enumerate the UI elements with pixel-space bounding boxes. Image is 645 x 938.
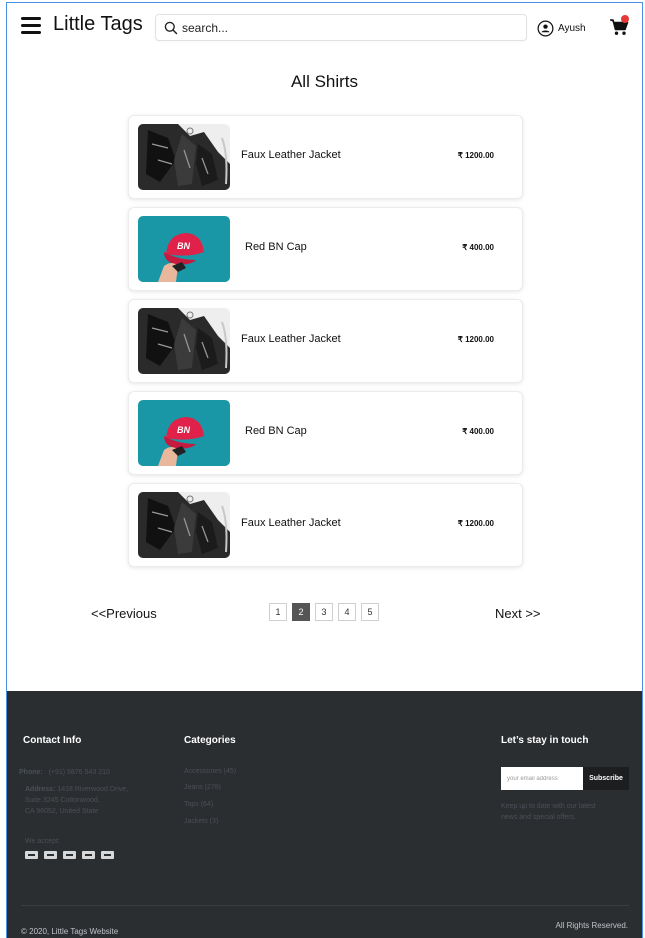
phone-label: Phone: xyxy=(19,769,43,776)
category-link-accessories[interactable]: Accessories (45) xyxy=(184,768,236,775)
product-image-leather-jacket xyxy=(138,308,230,374)
app-frame: Little Tags Ayush All Shirts xyxy=(6,2,643,938)
product-name: Faux Leather Jacket xyxy=(241,517,341,529)
product-card[interactable]: BN Red BN Cap ₹ 400.00 xyxy=(128,391,523,475)
address-label: Address: xyxy=(25,786,56,793)
product-image-red-cap: BN xyxy=(138,400,230,466)
previous-page-link[interactable]: <<Previous xyxy=(91,606,157,621)
page-title: All Shirts xyxy=(290,72,359,91)
search-bar xyxy=(155,14,527,41)
contact-phone: Phone: (+91) 9876 543 210 xyxy=(19,767,110,778)
product-price: ₹ 1200.00 xyxy=(457,519,494,528)
newsletter-email-input[interactable] xyxy=(501,767,583,790)
product-name: Faux Leather Jacket xyxy=(241,149,341,161)
product-image-red-cap: BN xyxy=(138,216,230,282)
mastercard-icon xyxy=(25,851,38,859)
subscribe-button[interactable]: Subscribe xyxy=(583,767,629,790)
product-price: ₹ 400.00 xyxy=(462,427,494,436)
rights-text: All Rights Reserved. xyxy=(555,921,628,930)
address-line-1: 1418 Riverwood Drive, xyxy=(57,786,129,793)
phone-value: (+91) 9876 543 210 xyxy=(48,769,110,776)
newsletter-blurb-line-1: Keep up to date with our latest xyxy=(501,803,596,810)
page-2-button[interactable]: 2 xyxy=(292,603,310,621)
account-button[interactable]: Ayush xyxy=(537,19,586,37)
search-input[interactable] xyxy=(182,18,512,38)
product-card[interactable]: Faux Leather Jacket ₹ 1200.00 xyxy=(128,483,523,567)
next-page-link[interactable]: Next >> xyxy=(495,606,541,621)
svg-text:BN: BN xyxy=(177,425,190,435)
amex-icon xyxy=(44,851,57,859)
product-name: Red BN Cap xyxy=(245,425,307,437)
product-name: Faux Leather Jacket xyxy=(241,333,341,345)
user-account-icon xyxy=(537,20,554,36)
contact-info-heading: Contact Info xyxy=(23,735,82,746)
category-link-jackets[interactable]: Jackets (3) xyxy=(184,818,218,825)
brand-logo[interactable]: Little Tags xyxy=(53,13,143,36)
svg-text:BN: BN xyxy=(177,241,190,251)
newsletter-blurb-line-2: news and special offers. xyxy=(501,814,576,821)
pagination: 1 2 3 4 5 xyxy=(269,603,384,621)
hamburger-menu-icon[interactable] xyxy=(21,17,41,35)
search-icon xyxy=(164,21,178,35)
newsletter-blurb: Keep up to date with our latest news and… xyxy=(501,801,596,823)
product-name: Red BN Cap xyxy=(245,241,307,253)
page-1-button[interactable]: 1 xyxy=(269,603,287,621)
cart-badge xyxy=(621,15,629,23)
page-5-button[interactable]: 5 xyxy=(361,603,379,621)
product-image-leather-jacket xyxy=(138,124,230,190)
address-line-3: CA 96052, United State xyxy=(25,808,99,815)
payment-methods xyxy=(25,851,120,859)
footer-divider xyxy=(21,905,629,906)
product-image-leather-jacket xyxy=(138,492,230,558)
product-price: ₹ 1200.00 xyxy=(457,151,494,160)
page-4-button[interactable]: 4 xyxy=(338,603,356,621)
newsletter-heading: Let’s stay in touch xyxy=(501,735,589,746)
copyright-text: © 2020, Little Tags Website xyxy=(21,927,119,936)
we-accept-label: We accept: xyxy=(25,838,60,845)
contact-address: Address: 1418 Riverwood Drive, Suite 324… xyxy=(25,784,128,817)
category-link-jeans[interactable]: Jeans (278) xyxy=(184,784,221,791)
header: Little Tags Ayush xyxy=(7,3,642,51)
product-price: ₹ 1200.00 xyxy=(457,335,494,344)
bitcoin-icon xyxy=(101,851,114,859)
product-price: ₹ 400.00 xyxy=(462,243,494,252)
user-name: Ayush xyxy=(558,22,586,34)
footer: Contact Info Phone: (+91) 9876 543 210 A… xyxy=(7,691,642,938)
page-3-button[interactable]: 3 xyxy=(315,603,333,621)
address-line-2: Suite 3245 Cottonwood, xyxy=(25,797,100,804)
categories-heading: Categories xyxy=(184,735,236,746)
category-link-tops[interactable]: Tops (64) xyxy=(184,801,213,808)
product-card[interactable]: Faux Leather Jacket ₹ 1200.00 xyxy=(128,299,523,383)
paypal-icon xyxy=(63,851,76,859)
product-card[interactable]: Faux Leather Jacket ₹ 1200.00 xyxy=(128,115,523,199)
product-card[interactable]: BN Red BN Cap ₹ 400.00 xyxy=(128,207,523,291)
visa-icon xyxy=(82,851,95,859)
